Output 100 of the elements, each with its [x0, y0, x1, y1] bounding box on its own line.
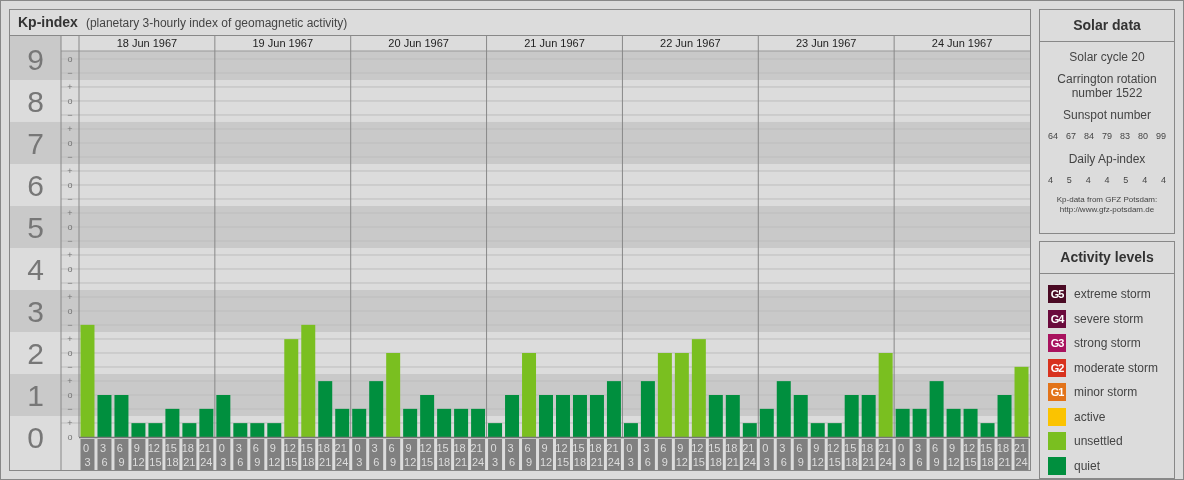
date-label: 19 Jun 1967	[252, 37, 314, 49]
kp-bar	[539, 395, 553, 437]
interval-label: 9 12	[946, 439, 961, 470]
interval-label: 3 6	[912, 439, 927, 470]
ap-index-label: Daily Ap-index	[1067, 151, 1147, 166]
x-tick-label: 0 3	[762, 442, 770, 468]
scale-mark: o	[67, 432, 73, 442]
x-tick-label: 3 6	[779, 442, 787, 468]
carrington-rotation-text: Carrington rotation number 1522	[1056, 72, 1158, 100]
scale-mark: +	[67, 124, 73, 134]
axis-tick-label: 9	[27, 43, 44, 76]
interval-label: 0 3	[216, 439, 231, 470]
scale-mark: o	[67, 390, 73, 400]
ap-value: 5	[1123, 173, 1129, 187]
x-tick-label: 0 3	[218, 442, 227, 468]
x-tick-label: 0 3	[626, 442, 634, 468]
x-tick-label: 3 6	[371, 442, 380, 468]
kp-bar	[997, 395, 1012, 437]
scale-mark: o	[67, 222, 73, 232]
level-swatch: G4	[1048, 309, 1066, 328]
scale-mark: +	[67, 82, 73, 92]
kp-bar	[437, 408, 452, 437]
kp-bar	[131, 423, 146, 437]
interval-label: 15 18	[436, 439, 452, 470]
sunspot-value: 83	[1119, 130, 1130, 143]
axis-tick-label: 0	[27, 421, 44, 454]
level-label: moderate storm	[1074, 359, 1159, 377]
interval-label: 18 21	[181, 439, 197, 470]
interval-label: 12 15	[962, 439, 978, 470]
scale-mark: o	[67, 180, 73, 190]
interval-label: 21 24	[470, 439, 486, 470]
interval-label: 9 12	[131, 439, 146, 470]
x-tick-label: 3 6	[235, 442, 244, 468]
scale-mark: −	[67, 110, 73, 120]
kp-bar	[623, 423, 638, 437]
kp-bar	[844, 395, 859, 437]
interval-label: 3 6	[776, 439, 791, 470]
interval-label: 15 18	[979, 439, 995, 470]
interval-label: 3 6	[505, 439, 520, 470]
interval-label: 0 3	[895, 439, 910, 470]
kp-bar	[97, 395, 112, 437]
date-label: 20 Jun 1967	[388, 37, 449, 49]
date-label: 18 Jun 1967	[116, 37, 178, 49]
kp-bar	[420, 395, 435, 437]
kp-bar	[980, 423, 995, 437]
x-tick-label: 6 9	[796, 442, 804, 468]
interval-label: 3 6	[97, 439, 112, 470]
level-label: active	[1074, 408, 1106, 426]
level-label: minor storm	[1074, 384, 1138, 402]
axis-tick-label: 5	[27, 211, 44, 244]
interval-label: 6 9	[522, 439, 536, 470]
kp-bar	[267, 423, 282, 437]
interval-label: 3 6	[640, 439, 655, 470]
interval-label: 6 9	[114, 439, 129, 470]
kp-bar	[708, 395, 723, 437]
scale-mark: −	[67, 404, 73, 414]
scale-mark: o	[67, 264, 73, 274]
kp-bar	[810, 423, 825, 437]
date-label: 23 Jun 1967	[795, 37, 857, 49]
panel-title: Activity levels	[1040, 242, 1174, 274]
axis-tick-label: 8	[27, 85, 44, 118]
interval-label: 6 9	[250, 439, 265, 470]
axis-tick-label: 6	[27, 169, 44, 202]
interval-label: 15 18	[164, 439, 180, 470]
sunspot-value: 79	[1101, 130, 1112, 143]
scale-mark: −	[67, 152, 73, 162]
interval-label: 9 12	[810, 439, 825, 470]
interval-label: 0 3	[759, 439, 774, 470]
interval-label: 12 15	[419, 439, 435, 470]
interval-label: 21 24	[334, 439, 350, 470]
scale-mark: o	[67, 138, 73, 148]
axis-tick-label: 4	[27, 253, 44, 286]
source-note: Kp-data from GFZ Potsdam:	[1055, 195, 1159, 205]
interval-label: 9 12	[674, 439, 689, 470]
solar-cycle-text: Solar cycle 20	[1068, 50, 1146, 64]
interval-label: 15 18	[708, 439, 723, 470]
scale-mark: −	[67, 320, 73, 330]
interval-label: 6 9	[793, 439, 808, 470]
interval-label: 12 15	[691, 439, 706, 470]
kp-bar	[114, 395, 129, 437]
kp-bar	[606, 381, 621, 437]
scale-mark: o	[67, 96, 73, 106]
x-tick-label: 3 6	[99, 442, 108, 468]
interval-label: 15 18	[300, 439, 316, 470]
scale-mark: −	[67, 194, 73, 204]
sunspot-label: Sunspot number	[1061, 108, 1153, 122]
sunspot-value: 80	[1137, 130, 1148, 143]
x-tick-label: 6 9	[660, 442, 668, 468]
chart-title: Kp-index	[18, 13, 78, 32]
interval-label: 0 3	[80, 439, 95, 470]
level-swatch: G1	[1048, 383, 1066, 402]
kp-bar	[471, 408, 486, 437]
x-tick-label: 3 6	[643, 442, 651, 468]
interval-label: 21 24	[1013, 439, 1029, 470]
kp-bar	[216, 395, 231, 437]
x-tick-label: 0 3	[354, 442, 363, 468]
kp-bar	[182, 423, 197, 437]
axis-tick-label: 3	[27, 295, 44, 328]
ap-value: 4	[1160, 173, 1166, 187]
axis-tick-label: 7	[27, 127, 44, 160]
